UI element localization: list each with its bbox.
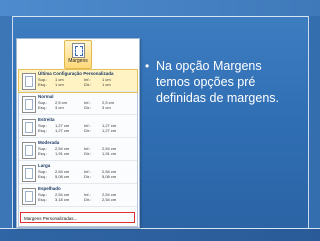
value-right: 1,27 cm	[102, 128, 117, 133]
page-margin-icon	[22, 73, 36, 90]
menu-item-name: Última Configuração Personalizada	[38, 71, 114, 76]
slide-top-band	[0, 0, 320, 17]
custom-margins-menu-item[interactable]: Margens Personalizadas...	[20, 212, 135, 223]
slide-bottom-band	[0, 228, 320, 241]
label-right: Dir.:	[84, 151, 92, 156]
page-margin-icon	[22, 165, 36, 182]
value-left: 3 cm	[55, 105, 64, 110]
label-left: Esq.:	[38, 105, 48, 110]
label-left: Esq.:	[38, 197, 48, 202]
value-right: 1 cm	[102, 82, 111, 87]
label-left: Esq.:	[38, 174, 48, 179]
menu-item-name: Larga	[38, 163, 51, 168]
label-left: Esq.:	[38, 151, 48, 156]
label-left: Esq.:	[38, 128, 48, 133]
label-right: Dir.:	[84, 174, 92, 179]
margins-icon	[72, 43, 85, 58]
menu-item-moderate[interactable]: Moderada Sup.: 2,54 cm Inf.: 2,54 cm Esq…	[19, 139, 137, 161]
value-left: 1 cm	[55, 82, 64, 87]
menu-item-normal[interactable]: Normal Sup.: 2,5 cm Inf.: 2,5 cm Esq.: 3…	[19, 93, 137, 115]
bullet-point: • Na opção Margens temos opções pré defi…	[145, 58, 295, 106]
value-left: 1,27 cm	[55, 128, 70, 133]
slide-left-stripe	[0, 16, 13, 228]
slide-right-stripe	[308, 16, 320, 228]
menu-item-narrow[interactable]: Estreita Sup.: 1,27 cm Inf.: 1,27 cm Esq…	[19, 116, 137, 138]
value-right: 2,54 cm	[102, 197, 117, 202]
page-margin-icon	[22, 119, 36, 136]
bullet-text: Na opção Margens temos opções pré defini…	[156, 59, 279, 105]
menu-item-mirrored[interactable]: Espelhado Sup.: 2,54 cm Inf.: 2,54 cm Es…	[19, 185, 137, 207]
page-margin-icon	[22, 142, 36, 159]
menu-item-wide[interactable]: Larga Sup.: 2,54 cm Inf.: 2,54 cm Esq.: …	[19, 162, 137, 184]
menu-item-name: Espelhado	[38, 186, 61, 191]
margins-menu: Última Configuração Personalizada Sup.: …	[18, 69, 138, 227]
bullet-dot-icon: •	[145, 59, 150, 73]
margins-button-label: Margens	[68, 58, 88, 64]
menu-item-name: Estreita	[38, 117, 55, 122]
label-left: Esq.:	[38, 82, 48, 87]
value-left: 5,08 cm	[55, 174, 70, 179]
page-margin-icon	[22, 96, 36, 113]
menu-item-name: Moderada	[38, 140, 60, 145]
value-right: 5,08 cm	[102, 174, 117, 179]
value-right: 1,91 cm	[102, 151, 117, 156]
label-right: Dir.:	[84, 82, 92, 87]
menu-item-name: Normal	[38, 94, 54, 99]
value-left: 3,18 cm	[55, 197, 70, 202]
menu-item-last-custom[interactable]: Última Configuração Personalizada Sup.: …	[18, 69, 138, 93]
margins-dropdown-screenshot: Margens Última Configuração Personalizad…	[16, 38, 140, 228]
label-right: Dir.:	[84, 128, 92, 133]
value-left: 1,91 cm	[55, 151, 70, 156]
page-margin-icon	[22, 188, 36, 205]
label-right: Dir.:	[84, 105, 92, 110]
margins-ribbon-button[interactable]: Margens	[64, 40, 92, 69]
label-right: Dir.:	[84, 197, 92, 202]
value-right: 3 cm	[102, 105, 111, 110]
